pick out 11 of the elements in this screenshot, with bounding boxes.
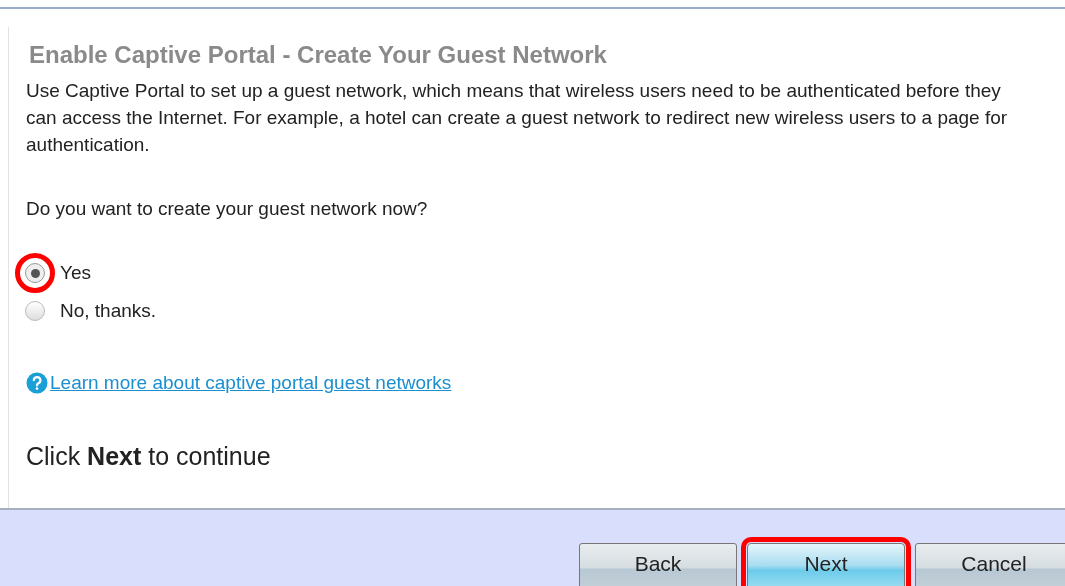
description-text: Use Captive Portal to set up a guest network, which means that wireless users need to be authenticated before they can access the Internet. For example, a hotel can create a guest network to redirect new wireless users to a page for authentication. bbox=[26, 79, 1009, 157]
wizard-button[interactable]: Cancel bbox=[915, 543, 1065, 586]
option-label: No, thanks. bbox=[60, 300, 157, 322]
instruction-text: Click Next to continue bbox=[26, 442, 272, 471]
help-icon bbox=[26, 372, 48, 394]
option-label: Yes bbox=[60, 262, 91, 284]
wizard-button[interactable]: Back bbox=[579, 543, 737, 586]
help-link[interactable]: Learn more about captive portal guest networks bbox=[50, 372, 452, 394]
page-title: Enable Captive Portal - Create Your Guest Network bbox=[29, 41, 608, 69]
question-text: Do you want to create your guest network now? bbox=[26, 198, 429, 220]
radio-button[interactable] bbox=[15, 253, 55, 293]
